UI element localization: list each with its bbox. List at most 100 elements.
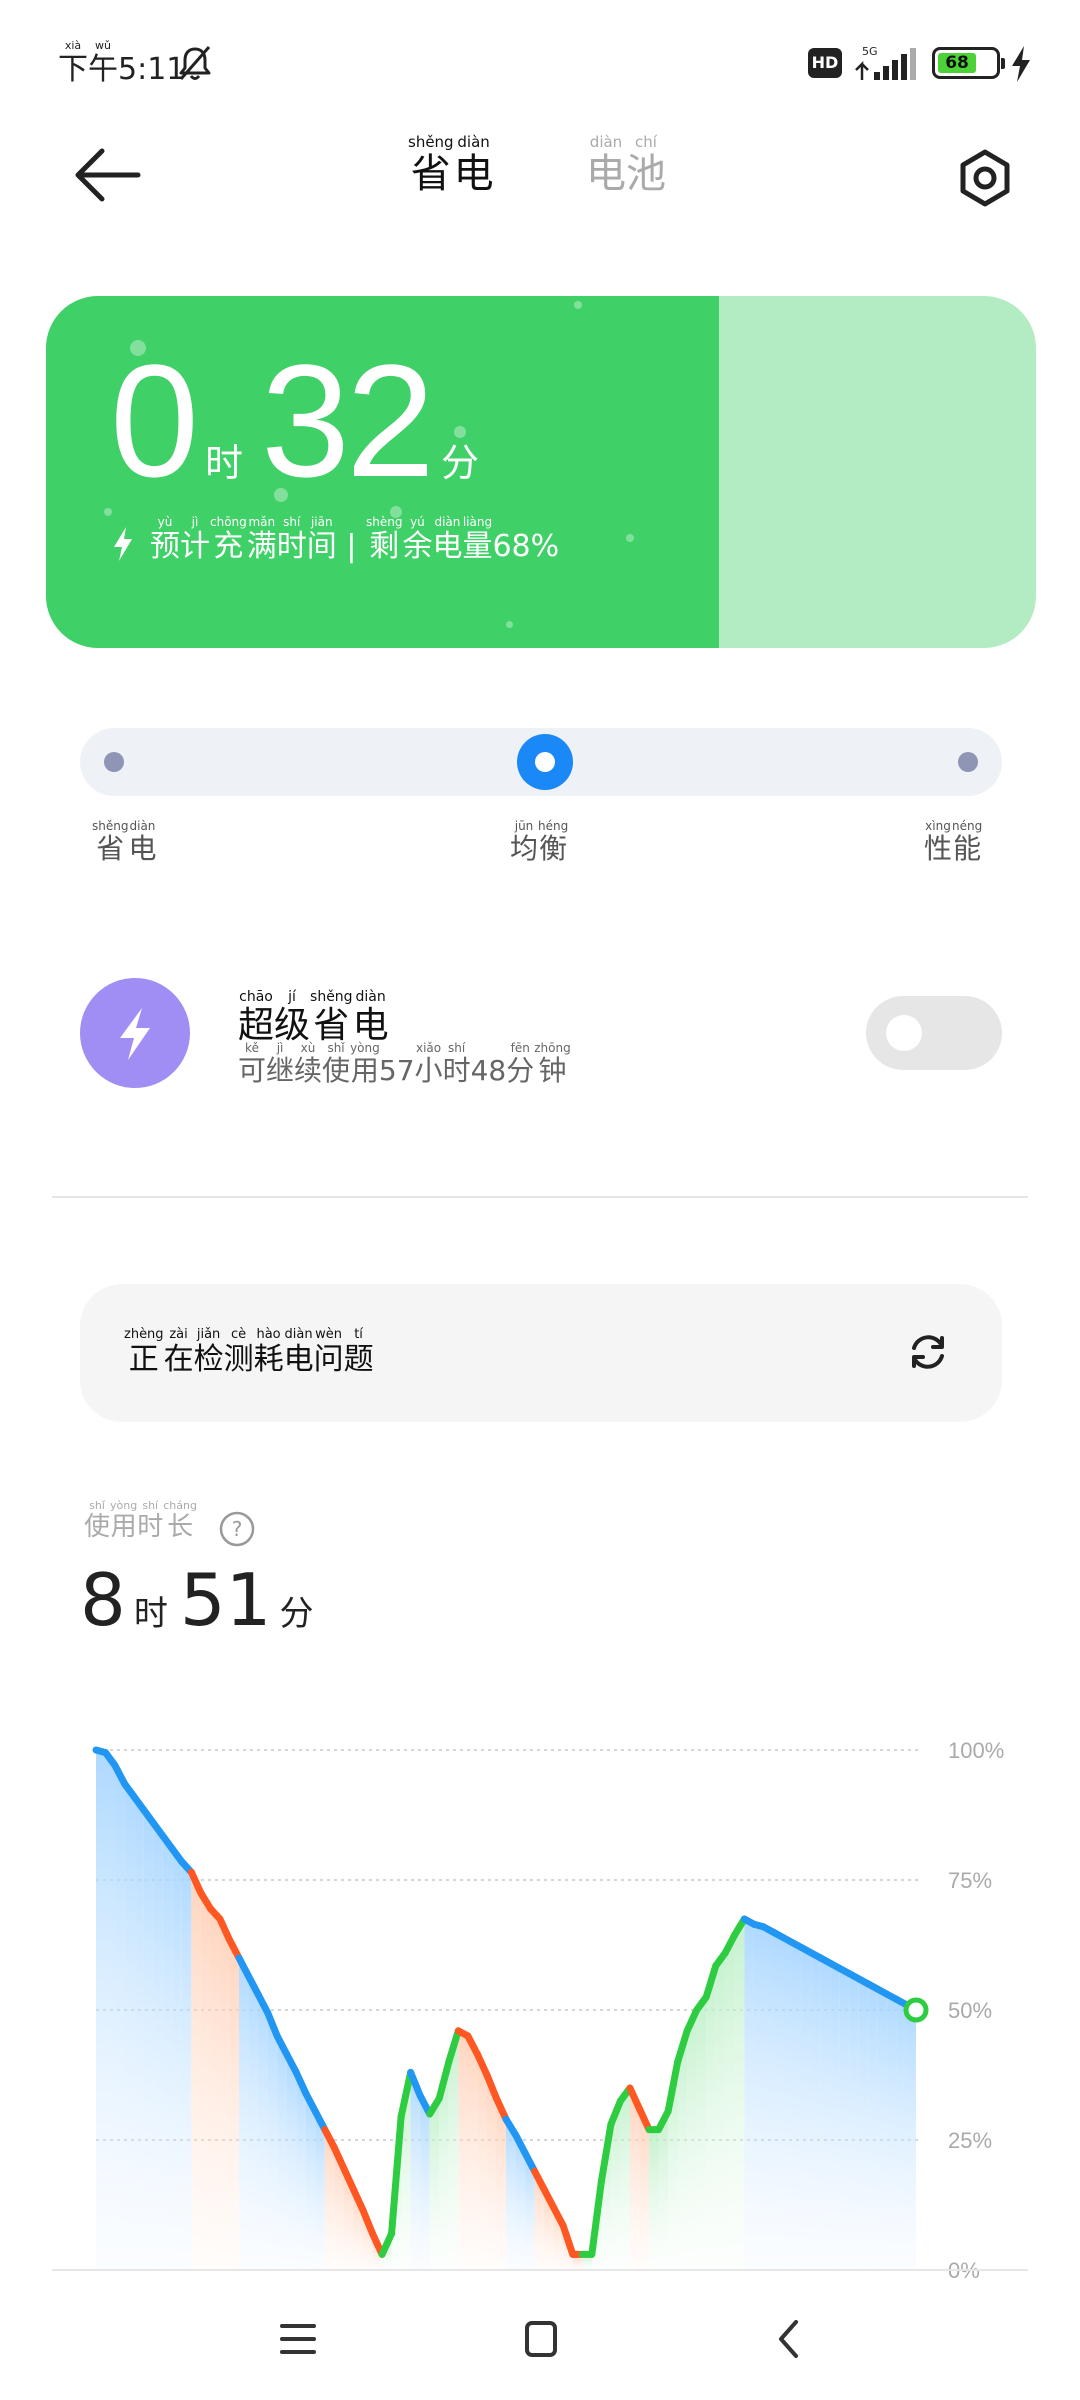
chart-area-segment (496, 2098, 506, 2270)
status-time-period: 下xià午wǔ (58, 39, 118, 87)
mode-label-balanced[interactable]: 均jūn衡héng (510, 819, 568, 869)
chart-area-segment (792, 1942, 802, 2270)
settings-hexagon-icon[interactable] (955, 148, 1015, 208)
mode-label-power-saving[interactable]: 省shěng电diàn (92, 819, 157, 869)
toggle-knob (886, 1015, 922, 1051)
ruby-char: 电diàn (352, 989, 389, 1046)
ruby-char: 午wǔ (88, 39, 118, 87)
ruby-char: 充chōng (210, 515, 247, 564)
chart-area-segment (258, 1994, 268, 2270)
lightning-icon (114, 527, 132, 561)
mode-label-performance[interactable]: 性xìng能néng (924, 819, 982, 869)
ruby-char: 电diàn (453, 133, 494, 197)
refresh-icon[interactable] (906, 1330, 950, 1374)
ruby-char: 量liàng (462, 515, 493, 564)
power-issue-scan-card[interactable]: 正zhèng在zài检jiǎn测cè耗hào电diàn问wèn题tí (80, 1284, 1002, 1422)
chart-area-segment (687, 2010, 697, 2270)
usage-minutes: 51 (179, 1558, 272, 1642)
chart-area-segment (191, 1872, 201, 2270)
chart-area-segment (839, 1968, 850, 2270)
chart-area-segment (115, 1765, 125, 2270)
chart-area-segment (868, 1984, 878, 2270)
mute-bell-icon (179, 46, 211, 80)
tab-battery[interactable]: 电diàn池chí (586, 133, 666, 204)
ultra-saver-hours: 57 (378, 1054, 415, 1087)
ultra-saver-toggle[interactable] (866, 996, 1002, 1070)
ruby-char: 使shǐ (322, 1041, 351, 1087)
chart-area-segment (744, 1919, 754, 2270)
mode-slider-knob[interactable] (517, 734, 573, 790)
home-icon[interactable] (524, 2320, 558, 2358)
chart-area-segment (134, 1796, 144, 2270)
chart-area-segment (811, 1952, 821, 2270)
charge-estimate-label: 预yù计jì充chōng满mǎn时shí间jiān (150, 515, 337, 571)
ruby-char: 余yú (402, 515, 433, 564)
chart-area-segment (858, 1978, 869, 2270)
mode-stop-power-saving[interactable] (104, 752, 124, 772)
ruby-char: 时shí (276, 515, 307, 564)
status-time: 下xià午wǔ5:11 (58, 39, 185, 92)
battery-cap (1001, 58, 1005, 69)
chart-area-segment (629, 2088, 640, 2270)
charge-hours: 0 (110, 331, 199, 510)
ruby-char: 剩shèng (365, 515, 403, 564)
ruby-char: 题tí (343, 1327, 374, 1377)
usage-duration-value: 8 时 51 分 (80, 1560, 325, 1640)
status-bar: 下xià午wǔ5:11 HD 5G 68 (0, 0, 1080, 125)
chart-current-point (903, 1997, 929, 2023)
chart-current-marker (903, 1997, 929, 2023)
ruby-char: 省shěng (92, 819, 129, 865)
chart-area-segment (181, 1861, 192, 2270)
nav-back-icon[interactable] (776, 2318, 802, 2360)
charge-minutes-unit: 分 (440, 441, 479, 485)
chart-area-segment (429, 2098, 440, 2270)
ultra-saver-minutes: 48 (470, 1054, 507, 1087)
ruby-char: 长cháng (163, 1499, 197, 1542)
chart-area-segment (725, 1934, 735, 2270)
chart-area-segment (696, 1997, 707, 2270)
tab-power-saving[interactable]: 省shěng电diàn (408, 133, 494, 204)
chart-area-segment (229, 1939, 240, 2270)
chart-areas (96, 1750, 916, 2270)
back-arrow-icon[interactable] (72, 145, 144, 205)
hd-icon: HD (808, 48, 842, 78)
chart-area-segment (887, 1994, 897, 2270)
usage-label-text: 使shǐ用yòng时shí长cháng (84, 1499, 197, 1549)
decor-bubble (626, 534, 634, 542)
decor-bubble (506, 621, 513, 628)
chart-area-segment (506, 2119, 516, 2270)
charge-remaining-label: 剩shèng余yú电diàn量liàng (365, 515, 493, 571)
power-mode-slider[interactable] (80, 728, 1002, 796)
ruby-char: 电diàn (128, 819, 157, 865)
chart-area-segment (286, 2054, 297, 2270)
help-question-icon[interactable]: ? (219, 1511, 255, 1547)
ruby-char: 分fēn (506, 1041, 535, 1087)
ruby-char: 续xù (294, 1041, 323, 1087)
ultra-saver-sub-a: 可kě继jì续xù使shǐ用yòng (238, 1041, 380, 1087)
ruby-char: 时shí (137, 1499, 164, 1542)
battery-level: 68 (938, 53, 977, 73)
ultra-saver-icon (80, 978, 190, 1088)
ruby-char: 预yù (150, 515, 180, 564)
ruby-char: 小xiǎo (414, 1041, 443, 1087)
ruby-char: 检jiǎn (193, 1327, 224, 1377)
charge-separator: | (336, 529, 366, 564)
chart-area-segment (162, 1835, 173, 2270)
chart-area-segment (715, 1952, 726, 2270)
mode-stop-performance[interactable] (958, 752, 978, 772)
signal-5g-icon: 5G (855, 45, 916, 80)
chart-area-segment (782, 1937, 793, 2270)
menu-icon[interactable] (280, 2322, 316, 2356)
ruby-char: 继jì (266, 1041, 295, 1087)
chart-area-segment (153, 1822, 163, 2270)
lightning-icon (120, 1008, 150, 1060)
chart-area-segment (706, 1965, 716, 2270)
chart-area-segment (96, 1750, 106, 2270)
chart-y-tick-label: 100% (948, 1738, 1004, 1763)
ultra-saver-subtitle: 可kě继jì续xù使shǐ用yòng57小xiǎo时shí48分fēn钟zhōn… (238, 1041, 571, 1093)
ruby-char: 下xià (58, 39, 88, 87)
ruby-char: 耗hào (253, 1327, 284, 1377)
chart-y-tick-label: 50% (948, 1998, 992, 2023)
ruby-char: 问wèn (313, 1327, 344, 1377)
ruby-char: 超chāo (238, 989, 275, 1046)
